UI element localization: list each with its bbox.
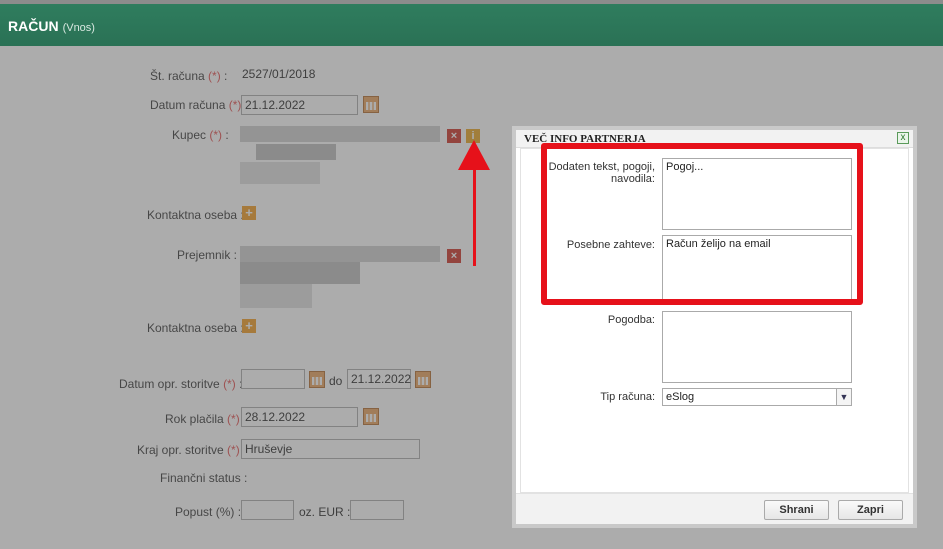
annotation-arrow-shaft [473, 166, 476, 266]
close-button[interactable]: Zapri [838, 500, 903, 520]
page-subtitle: (Vnos) [62, 22, 95, 34]
annotation-arrow-head [458, 140, 490, 170]
contract-label: Pogodba: [607, 314, 655, 326]
page-header: RAČUN (Vnos) [0, 0, 943, 46]
highlight-box [541, 143, 863, 305]
save-button[interactable]: Shrani [764, 500, 829, 520]
dialog-footer: Shrani Zapri [516, 493, 913, 524]
invoice-type-value: eSlog [666, 391, 695, 403]
close-icon[interactable]: x [897, 132, 909, 144]
invoice-type-select[interactable]: eSlog ▼ [662, 388, 852, 406]
chevron-down-icon[interactable]: ▼ [836, 389, 851, 405]
contract-textarea[interactable] [662, 311, 852, 383]
invoice-type-label: Tip računa: [600, 391, 655, 403]
page-title: RAČUN (Vnos) [8, 18, 95, 34]
